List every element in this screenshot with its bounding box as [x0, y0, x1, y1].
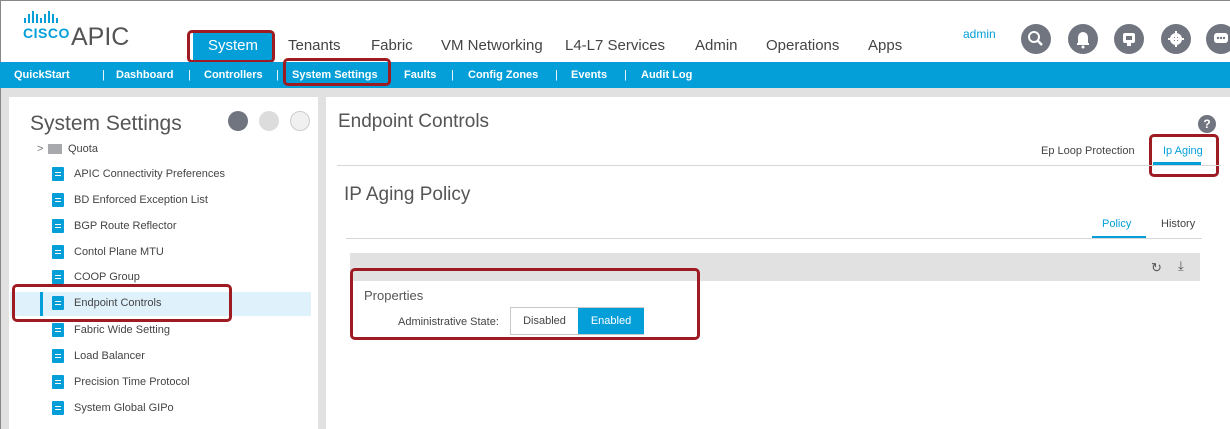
subnav-separator: |	[102, 69, 105, 81]
policy-icon	[52, 193, 64, 207]
left-gutter	[0, 88, 9, 429]
tree-item-label: BGP Route Reflector	[74, 220, 177, 232]
policy-icon	[52, 296, 64, 310]
nav-apps[interactable]: Apps	[868, 37, 902, 54]
divider	[346, 238, 1202, 239]
user-menu[interactable]: admin	[963, 27, 996, 41]
tab-policy[interactable]: Policy	[1102, 218, 1131, 230]
bell-icon[interactable]	[1068, 24, 1098, 54]
nav-fabric[interactable]: Fabric	[371, 37, 413, 54]
divider	[337, 165, 1221, 166]
nav-tenants[interactable]: Tenants	[288, 37, 341, 54]
tree-item-system-global-gipo[interactable]: System Global GIPo	[10, 397, 311, 421]
policy-icon	[52, 245, 64, 259]
sub-nav: QuickStart | Dashboard | Controllers | S…	[0, 62, 1230, 88]
page-title: Endpoint Controls	[338, 111, 490, 132]
tree-item-label: Quota	[68, 143, 98, 155]
tree-item-precision-time-protocol[interactable]: Precision Time Protocol	[10, 371, 311, 395]
tree-item-coop-group[interactable]: COOP Group	[10, 266, 311, 290]
policy-icon	[52, 349, 64, 363]
subnav-separator: |	[555, 69, 558, 81]
tree-item-label: Load Balancer	[74, 350, 145, 362]
subnav-separator: |	[451, 69, 454, 81]
admin-state-enabled-button[interactable]: Enabled	[578, 308, 644, 334]
cisco-logo: CISCO	[23, 11, 69, 51]
panel-divider[interactable]	[318, 88, 326, 429]
admin-state-toggle: Disabled Enabled	[510, 307, 644, 335]
policy-title: IP Aging Policy	[344, 184, 471, 205]
subnav-separator: |	[188, 69, 191, 81]
folder-icon	[48, 144, 62, 154]
tree-item-label: BD Enforced Exception List	[74, 194, 208, 206]
properties-heading: Properties	[364, 288, 424, 303]
subnav-controllers[interactable]: Controllers	[204, 69, 263, 81]
subnav-separator: |	[276, 69, 279, 81]
tree-item-endpoint-controls[interactable]: Endpoint Controls	[10, 292, 311, 316]
subnav-events[interactable]: Events	[571, 69, 607, 81]
policy-icon	[52, 167, 64, 181]
tree-item-label: Endpoint Controls	[74, 297, 162, 309]
subnav-system-settings[interactable]: System Settings	[292, 69, 378, 81]
app-name: APIC	[71, 23, 130, 51]
subnav-faults[interactable]: Faults	[404, 69, 436, 81]
tree-item-label: APIC Connectivity Preferences	[74, 168, 226, 180]
subnav-audit-log[interactable]: Audit Log	[641, 69, 692, 81]
tree-item-fabric-wide-setting[interactable]: Fabric Wide Setting	[10, 319, 311, 343]
pie-chart-icon[interactable]	[228, 111, 248, 131]
gear-icon[interactable]	[1161, 24, 1191, 54]
chat-icon[interactable]	[1206, 24, 1230, 54]
policy-icon	[52, 401, 64, 415]
tree-item-apic-connectivity-preferences[interactable]: APIC Connectivity Preferences	[10, 163, 311, 187]
feedback-icon[interactable]	[1114, 24, 1144, 54]
nav-l4-l7-services[interactable]: L4-L7 Services	[565, 37, 665, 54]
subnav-separator: |	[624, 69, 627, 81]
nav-system[interactable]: System	[193, 31, 273, 61]
admin-state-disabled-button[interactable]: Disabled	[511, 308, 578, 334]
refresh-icon[interactable]: ↻	[1151, 260, 1162, 276]
subnav-quickstart[interactable]: QuickStart	[14, 69, 70, 81]
subnav-dashboard[interactable]: Dashboard	[116, 69, 173, 81]
policy-icon	[52, 375, 64, 389]
nav-vm-networking[interactable]: VM Networking	[441, 37, 543, 54]
admin-state-label: Administrative State:	[398, 316, 499, 328]
tab-ep-loop-protection[interactable]: Ep Loop Protection	[1041, 145, 1135, 157]
tree-item-bgp-route-reflector[interactable]: BGP Route Reflector	[10, 215, 311, 239]
tree-item-bd-enforced-exception-list[interactable]: BD Enforced Exception List	[10, 189, 311, 213]
policy-toolbar	[350, 253, 1200, 281]
policy-icon	[52, 219, 64, 233]
search-icon[interactable]	[1021, 24, 1051, 54]
policy-icon	[52, 323, 64, 337]
tree-item-load-balancer[interactable]: Load Balancer	[10, 345, 311, 369]
tree-item-label: Fabric Wide Setting	[74, 324, 170, 336]
nav-admin[interactable]: Admin	[695, 37, 738, 54]
subnav-separator: |	[388, 69, 391, 81]
nav-operations[interactable]: Operations	[766, 37, 839, 54]
tree-item-label: COOP Group	[74, 271, 140, 283]
tab-ip-aging[interactable]: Ip Aging	[1163, 145, 1203, 157]
download-icon[interactable]: ⤓	[1178, 258, 1184, 274]
tab-history[interactable]: History	[1161, 218, 1195, 230]
chevron-right-icon[interactable]: >	[37, 143, 43, 155]
tree-item-control-plane-mtu[interactable]: Contol Plane MTU	[10, 241, 311, 265]
tree-item-label: System Global GIPo	[74, 402, 174, 414]
tree-item-label: Contol Plane MTU	[74, 246, 164, 258]
tree-item-label: Precision Time Protocol	[74, 376, 190, 388]
subnav-config-zones[interactable]: Config Zones	[468, 69, 538, 81]
help-icon[interactable]: ?	[1198, 115, 1216, 133]
tree-item-quota[interactable]: > Quota	[10, 138, 311, 162]
selection-indicator	[40, 292, 43, 316]
top-header: CISCO APIC System Tenants Fabric VM Netw…	[0, 0, 1230, 63]
panel-title: System Settings	[30, 112, 182, 135]
policy-icon	[52, 270, 64, 284]
collapse-icon[interactable]	[259, 111, 279, 131]
refresh-icon[interactable]	[290, 111, 310, 131]
